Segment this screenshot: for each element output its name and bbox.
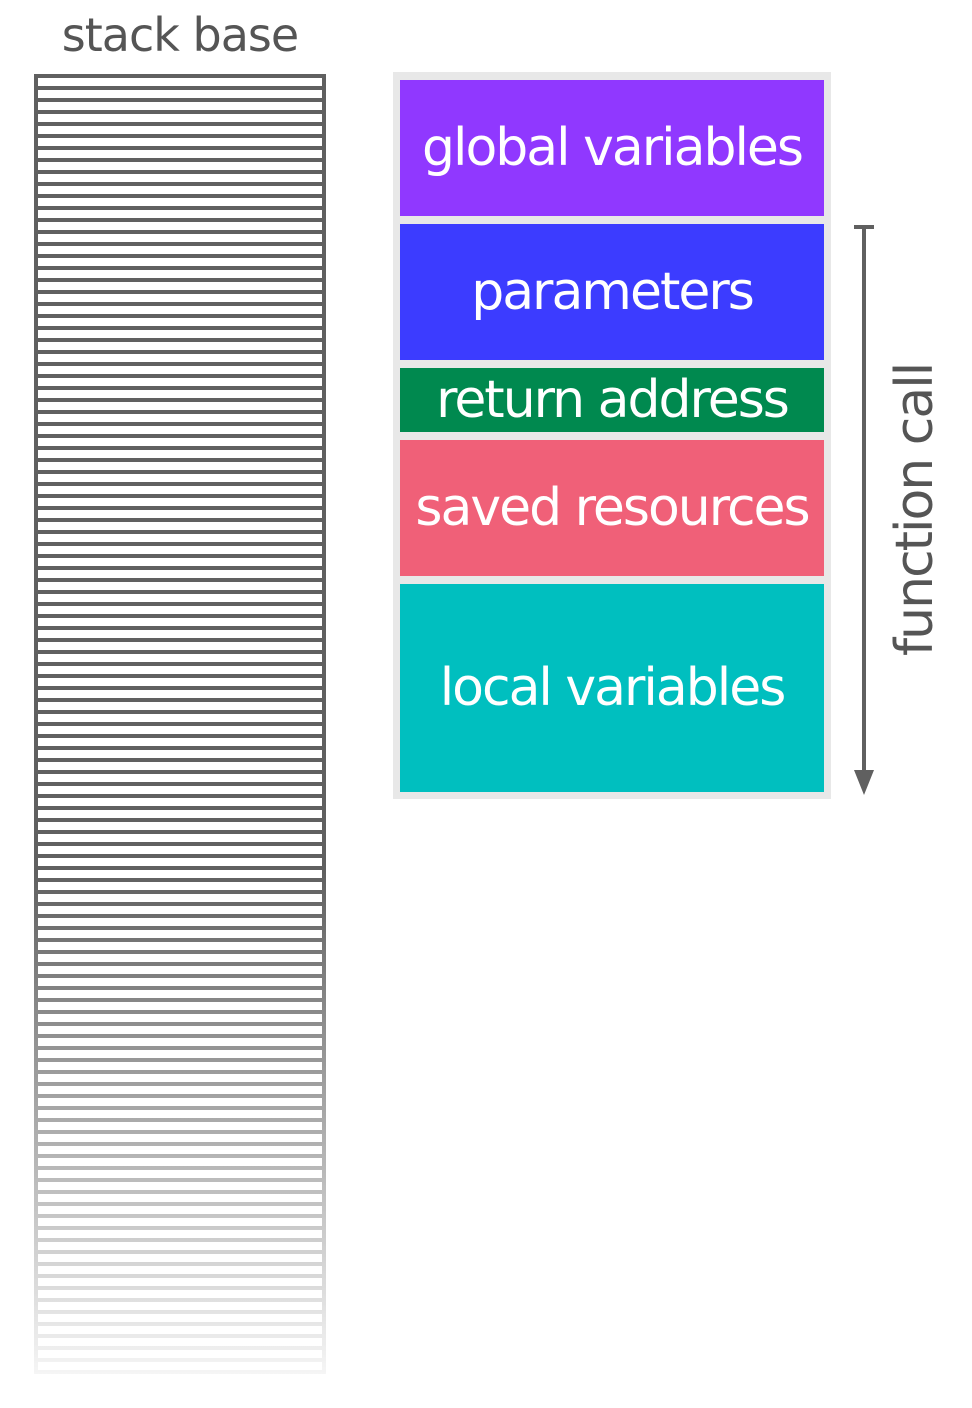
arrow-head-icon — [854, 770, 874, 795]
function-call-arrow — [854, 225, 874, 795]
function-call-label: function call — [885, 363, 945, 657]
